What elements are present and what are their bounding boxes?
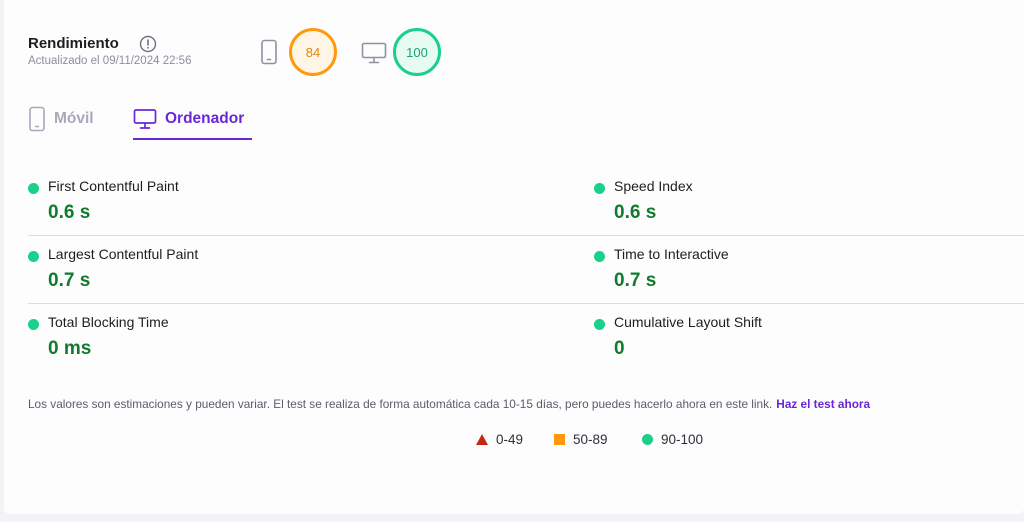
metric-value: 0.7 s xyxy=(614,270,657,291)
last-updated-text: Actualizado el 09/11/2024 22:56 xyxy=(28,55,192,67)
triangle-icon xyxy=(476,434,488,445)
status-dot xyxy=(594,319,605,330)
status-dot xyxy=(28,319,39,330)
info-icon[interactable] xyxy=(139,35,157,53)
tab-movil[interactable]: Móvil xyxy=(28,106,94,140)
square-icon xyxy=(554,434,565,445)
legend-label: 90-100 xyxy=(661,432,704,447)
status-dot xyxy=(594,251,605,262)
desktop-score-badge: 100 xyxy=(393,28,441,76)
page-title: Rendimiento xyxy=(28,35,119,52)
monitor-icon xyxy=(133,109,157,129)
status-dot xyxy=(594,183,605,194)
legend-item-average: 50-89 xyxy=(554,432,608,447)
metric-name: Speed Index xyxy=(614,178,693,194)
run-test-link[interactable]: Haz el test ahora xyxy=(776,397,870,411)
metric-value: 0.6 s xyxy=(48,202,91,223)
legend-item-good: 90-100 xyxy=(642,432,703,447)
mobile-score-badge: 84 xyxy=(289,28,337,76)
metric-value: 0.6 s xyxy=(614,202,657,223)
metric-value: 0 xyxy=(614,338,625,359)
metric-name: Largest Contentful Paint xyxy=(48,246,199,262)
legend-label: 50-89 xyxy=(573,432,608,447)
disclaimer-note: Los valores son estimaciones y pueden va… xyxy=(28,397,870,411)
performance-card: Rendimiento Actualizado el 09/11/2024 22… xyxy=(4,0,1024,514)
metric-name: Cumulative Layout Shift xyxy=(614,314,762,330)
metric-name: First Contentful Paint xyxy=(48,178,179,194)
smartphone-icon xyxy=(29,106,45,132)
legend-item-poor: 0-49 xyxy=(476,432,523,447)
disclaimer-text: Los valores son estimaciones y pueden va… xyxy=(28,397,773,411)
metric-name: Time to Interactive xyxy=(614,246,729,262)
divider xyxy=(28,303,1024,304)
tab-ordenador[interactable]: Ordenador xyxy=(133,106,252,140)
monitor-icon xyxy=(361,42,387,64)
divider xyxy=(28,235,1024,236)
status-dot xyxy=(28,251,39,262)
metric-name: Total Blocking Time xyxy=(48,314,169,330)
circle-icon xyxy=(642,434,653,445)
tab-movil-label: Móvil xyxy=(54,110,94,127)
smartphone-icon xyxy=(261,39,277,65)
metric-value: 0.7 s xyxy=(48,270,91,291)
status-dot xyxy=(28,183,39,194)
legend-label: 0-49 xyxy=(496,432,524,447)
tab-ordenador-label: Ordenador xyxy=(165,110,245,127)
metric-value: 0 ms xyxy=(48,338,92,359)
